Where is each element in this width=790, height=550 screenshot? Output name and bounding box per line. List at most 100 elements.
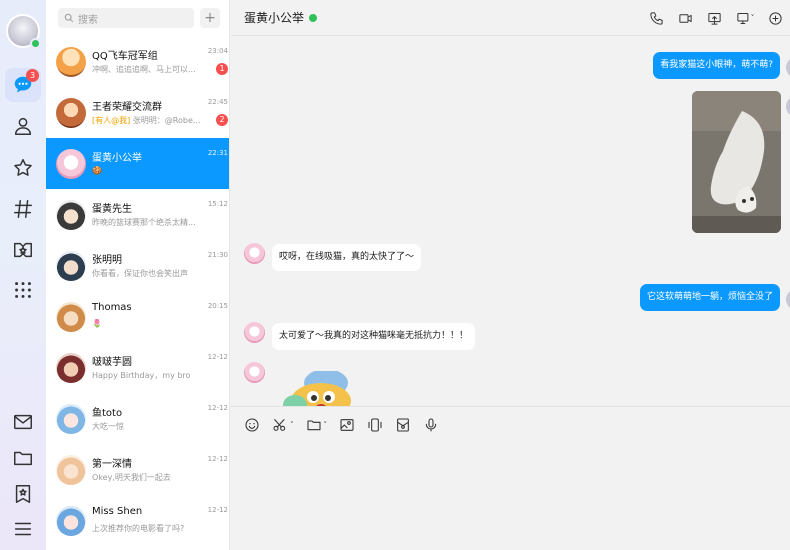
conversation-item-selected[interactable]: 蛋黄小公举 22:31 🍪	[46, 138, 229, 189]
avatar	[56, 199, 86, 230]
conversation-item[interactable]: 鱼toto 12-12 大吃一惊	[46, 393, 229, 444]
online-status-dot	[30, 38, 41, 49]
screen-share-button[interactable]	[700, 8, 729, 28]
conversation-item[interactable]: 蛋黄先生 15:12 昨晚的篮球赛那个绝杀太精...	[46, 189, 229, 240]
conversation-name: 啵啵芋圆	[92, 356, 132, 368]
remote-desktop-button[interactable]: ˅	[729, 8, 761, 28]
file-button[interactable]: ˅	[306, 416, 328, 434]
nav-menu[interactable]	[5, 512, 41, 546]
microphone-icon	[425, 418, 437, 432]
conversation-name: 王者荣耀交流群	[92, 101, 162, 113]
unread-badge: 2	[216, 113, 228, 126]
voice-button[interactable]	[423, 416, 439, 434]
avatar	[244, 362, 265, 383]
conversation-item[interactable]: 张明明 21:30 你看看，保证你也会笑出声	[46, 240, 229, 291]
unread-badge: 1	[216, 62, 228, 75]
chat-header: 蛋黄小公举 ˅	[231, 0, 790, 36]
nav-bookmarks[interactable]	[5, 477, 41, 511]
chevron-down-icon: ˅	[323, 421, 328, 429]
conversation-time: 23:04	[207, 46, 228, 55]
conversation-time: 22:31	[207, 148, 228, 157]
conversation-name: 蛋黄先生	[92, 203, 132, 215]
message-input-area[interactable]: ˅ ˅	[231, 406, 790, 550]
cartoon-sticker	[283, 369, 351, 406]
avatar	[786, 57, 790, 78]
nav-games[interactable]	[5, 233, 41, 267]
conversation-name: QQ飞车冠军组	[92, 50, 158, 62]
search-icon	[64, 13, 74, 23]
voice-call-button[interactable]	[642, 8, 671, 28]
avatar	[56, 403, 86, 434]
conversation-preview: [有人@我] 张明明：@Robe...	[92, 115, 202, 126]
hamburger-menu-icon	[14, 522, 32, 536]
folder-icon	[14, 451, 32, 466]
avatar	[56, 46, 86, 77]
avatar	[56, 250, 86, 281]
nav-channels[interactable]	[5, 192, 41, 226]
add-circle-icon	[769, 11, 782, 25]
emoji-button[interactable]	[244, 416, 260, 434]
avatar	[786, 96, 790, 117]
nav-mail[interactable]	[5, 405, 41, 439]
video-call-button[interactable]	[671, 8, 700, 28]
game-star-icon	[14, 242, 32, 258]
conversation-item[interactable]: 王者荣耀交流群 22:45 [有人@我] 张明明：@Robe... 2	[46, 87, 229, 138]
conversation-item[interactable]: Miss Shen 12-12 上次推荐你的电影看了吗?	[46, 495, 229, 546]
nav-files[interactable]	[5, 441, 41, 475]
mail-icon	[14, 414, 32, 430]
outgoing-message[interactable]: 它这软萌萌地一躺，烦恼全没了	[639, 284, 780, 311]
outgoing-message[interactable]: 看我家猫这小眼神，萌不萌?	[653, 52, 780, 79]
incoming-message[interactable]: 太可爱了～我真的对这种猫咪毫无抵抗力！！！	[272, 323, 476, 350]
bookmark-star-icon	[15, 485, 31, 503]
smile-icon	[245, 418, 259, 432]
conversation-preview: Happy Birthday，my bro	[92, 370, 191, 380]
image-button[interactable]	[339, 416, 355, 434]
message-area: 看我家猫这小眼神，萌不萌? 哎呀，在线吸猫，真的太快了了～ 它这软萌萌地一躺，烦…	[231, 37, 790, 406]
chevron-down-icon: ˅	[290, 421, 294, 429]
nav-messages[interactable]: 3	[5, 68, 41, 102]
conversation-preview: Okey,明天我们一起去	[92, 472, 171, 482]
conversation-name: 张明明	[92, 254, 122, 266]
nav-favorites[interactable]	[5, 151, 41, 185]
search-placeholder: 搜索	[78, 14, 98, 26]
mention-tag: [有人@我]	[92, 115, 131, 125]
cat-photo[interactable]	[692, 91, 781, 233]
conversation-preview: 🍪	[92, 165, 102, 175]
avatar	[56, 97, 86, 128]
remote-desktop-icon	[737, 12, 749, 24]
chevron-down-icon: ˅	[750, 14, 755, 22]
video-camera-icon	[679, 13, 692, 23]
red-packet-icon	[397, 418, 409, 432]
avatar	[56, 505, 86, 536]
header-toolbar: ˅	[642, 8, 790, 28]
conversation-preview: 昨晚的篮球赛那个绝杀太精...	[92, 217, 196, 227]
image-icon	[340, 419, 354, 431]
avatar	[56, 454, 86, 485]
add-button[interactable]: +	[200, 8, 220, 28]
conversation-preview: 冲啊、追追追啊、马上可以...	[92, 64, 196, 74]
conversation-item[interactable]: 啵啵芋圆 12-12 Happy Birthday，my bro	[46, 342, 229, 393]
user-avatar[interactable]	[6, 14, 41, 49]
nav-rail: 3	[0, 0, 46, 550]
red-packet-button[interactable]	[395, 416, 411, 434]
search-row: 搜索 +	[46, 0, 229, 36]
input-toolbar: ˅ ˅	[231, 407, 790, 434]
nav-apps[interactable]	[5, 273, 41, 307]
add-member-button[interactable]	[761, 8, 790, 28]
sticker-message[interactable]	[281, 369, 361, 406]
conversation-time: 12-12	[207, 454, 228, 463]
vibrate-icon	[368, 418, 382, 432]
conversation-item[interactable]: 第一深情 12-12 Okey,明天我们一起去	[46, 444, 229, 495]
search-input[interactable]: 搜索	[58, 8, 194, 28]
vibrate-button[interactable]	[367, 416, 383, 434]
conversation-preview: 你看看，保证你也会笑出声	[92, 268, 188, 278]
conversation-name: 第一深情	[92, 458, 132, 470]
conversation-time: 21:30	[207, 250, 228, 259]
incoming-message[interactable]: 哎呀，在线吸猫，真的太快了了～	[272, 244, 422, 271]
conversation-item[interactable]: Thomas 20:15 🌷	[46, 291, 229, 342]
grid-dots-icon	[15, 282, 31, 298]
nav-contacts[interactable]	[5, 109, 41, 143]
conversation-item[interactable]: QQ飞车冠军组 23:04 冲啊、追追追啊、马上可以... 1	[46, 36, 229, 87]
chat-panel: 蛋黄小公举 ˅ 看我家猫这小眼神，萌不萌? 哎呀，在线吸猫，真的太快了了～ 它这…	[231, 0, 790, 550]
screenshot-button[interactable]: ˅	[272, 416, 294, 434]
